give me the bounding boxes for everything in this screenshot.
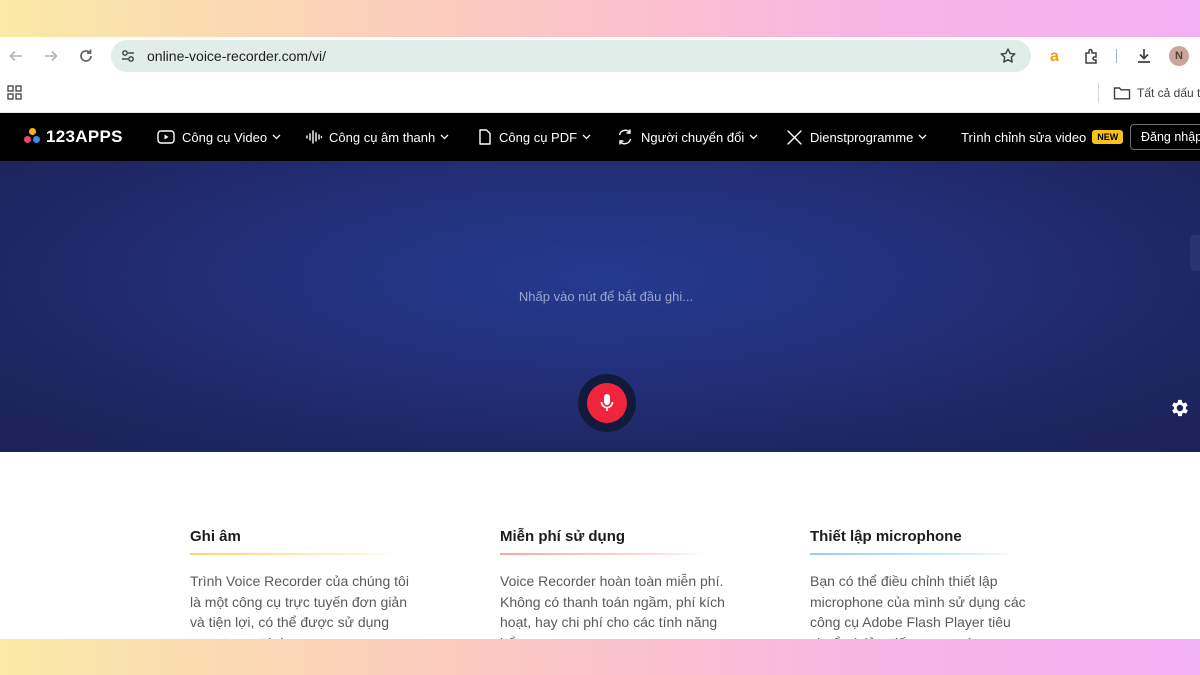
chevron-down-icon [582,134,591,140]
feature-text: Bạn có thể điều chỉnh thiết lập micropho… [810,573,1026,639]
feature-text: Voice Recorder hoàn toàn miễn phí. Không… [500,573,725,639]
extensions-icon[interactable] [1080,44,1104,68]
logo-mark-icon [24,127,42,147]
site-logo[interactable]: 123APPS [24,127,123,147]
side-tab[interactable] [1190,235,1200,271]
address-bar[interactable]: online-voice-recorder.com/vi/ [111,40,1031,72]
amazon-extension-icon[interactable]: a [1044,44,1068,68]
feature-title: Thiết lập microphone [810,528,962,545]
nav-converters[interactable]: Người chuyển đổi [616,113,758,161]
nav-utilities-label: Dienstprogramme [810,129,914,145]
nav-audio-label: Công cụ âm thanh [329,129,436,145]
download-icon[interactable] [1132,44,1156,68]
nav-pdf-tools[interactable]: Công cụ PDF [478,113,591,161]
feature-underline [810,553,1015,555]
settings-gear-icon[interactable] [1168,397,1190,419]
feature-title: Miễn phí sử dụng [500,528,626,545]
chevron-down-icon [272,134,281,140]
record-button[interactable] [578,374,636,432]
nav-audio-tools[interactable]: Công cụ âm thanh [306,113,449,161]
site-header: 123APPS Công cụ Video Công cụ âm thanh C… [0,113,1200,161]
browser-toolbar: online-voice-recorder.com/vi/ a N [0,37,1200,75]
feature-title: Ghi âm [190,528,241,545]
microphone-icon [600,394,614,411]
nav-video-label: Công cụ Video [182,129,268,145]
bookmarks-bar: Tất cả dấu t [0,75,1200,113]
nav-video-editor-label: Trình chỉnh sửa video [961,129,1087,145]
chevron-down-icon [749,134,758,140]
features-section: Ghi âm Trình Voice Recorder của chúng tô… [0,452,1200,639]
audio-wave-icon [306,130,322,144]
feature-free: Miễn phí sử dụng Voice Recorder hoàn toà… [500,528,730,639]
bookmark-star-icon[interactable] [999,47,1017,65]
feature-text: Trình Voice Recorder của chúng tôi là mộ… [190,573,409,639]
back-icon[interactable] [4,44,28,68]
video-icon [157,130,175,144]
nav-video-tools[interactable]: Công cụ Video [157,113,281,161]
record-hint: Nhấp vào nút để bắt đầu ghi... [518,289,694,304]
browser-window: online-voice-recorder.com/vi/ a N Tất cả… [0,37,1200,639]
chevron-down-icon [440,134,449,140]
bookmarks-divider [1098,83,1099,103]
feature-recording: Ghi âm Trình Voice Recorder của chúng tô… [190,528,420,639]
file-icon [479,129,491,145]
nav-pdf-label: Công cụ PDF [499,129,578,145]
svg-text:a: a [1050,48,1059,65]
tools-icon [787,129,802,145]
nav-converters-label: Người chuyển đổi [641,129,745,145]
all-bookmarks-link[interactable]: Tất cả dấu t [1137,86,1200,100]
apps-grid-icon[interactable] [7,85,23,101]
toolbar-divider [1116,49,1117,63]
record-button-core[interactable] [587,383,627,423]
profile-avatar[interactable]: N [1169,46,1189,66]
folder-icon[interactable] [1113,85,1131,101]
chevron-down-icon [918,134,927,140]
convert-icon [618,129,632,145]
recorder-panel: Nhấp vào nút để bắt đầu ghi... [0,161,1200,452]
feature-underline [190,553,395,555]
login-button[interactable]: Đăng nhập [1130,124,1200,150]
url-text[interactable]: online-voice-recorder.com/vi/ [147,48,326,64]
logo-text: 123APPS [46,127,123,146]
nav-video-editor[interactable]: Trình chỉnh sửa video NEW [961,113,1124,161]
forward-icon[interactable] [39,44,63,68]
nav-utilities[interactable]: Dienstprogramme [786,113,927,161]
feature-underline [500,553,705,555]
site-settings-icon[interactable] [120,48,136,64]
feature-microphone: Thiết lập microphone Bạn có thể điều chỉ… [810,528,1040,639]
reload-icon[interactable] [74,44,98,68]
new-badge: NEW [1092,130,1124,144]
